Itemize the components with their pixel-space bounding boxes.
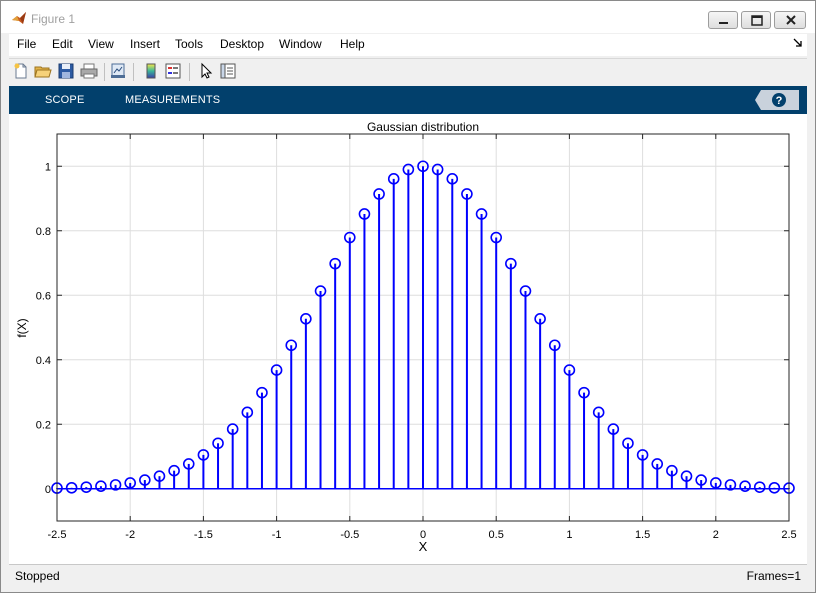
toolbar-separator: [133, 63, 134, 81]
menu-window[interactable]: Window: [279, 37, 322, 51]
x-tick-label: -0.5: [340, 529, 359, 541]
print-icon[interactable]: [80, 62, 98, 80]
menu-bar: File Edit View Insert Tools Desktop Wind…: [9, 34, 807, 56]
y-tick-labels: 0 0.2 0.4 0.6 0.8 1: [36, 161, 51, 496]
close-button[interactable]: [774, 11, 806, 29]
toolbar-separator: [189, 63, 190, 81]
x-tick-label: -2.5: [48, 529, 67, 541]
maximize-icon: [751, 15, 763, 26]
maximize-button[interactable]: [741, 11, 771, 29]
menu-insert[interactable]: Insert: [130, 37, 160, 51]
plot-panel: -2.5 -2 -1.5 -1 -0.5 0 0.5 1 1.5 2 2.5 0 0.2 0.4 0.6 0…: [9, 114, 807, 564]
chart-title: Gaussian distribution: [367, 120, 479, 134]
open-file-icon[interactable]: [34, 62, 52, 80]
toolbar: [9, 58, 807, 84]
tab-scope[interactable]: SCOPE: [45, 94, 85, 106]
y-tick-label: 0.2: [36, 419, 51, 431]
dock-arrow-icon[interactable]: [793, 38, 803, 48]
menu-view[interactable]: View: [88, 37, 114, 51]
y-tick-label: 0.8: [36, 226, 51, 238]
help-icon[interactable]: ?: [755, 90, 799, 110]
colorbar-icon[interactable]: [142, 62, 160, 80]
x-tick-label: 1.5: [635, 529, 650, 541]
scope-ribbon: SCOPE MEASUREMENTS ?: [9, 86, 807, 114]
minimize-button[interactable]: [708, 11, 738, 29]
title-bar[interactable]: Figure 1: [1, 1, 815, 33]
svg-text:?: ?: [776, 95, 783, 107]
y-tick-label: 0.6: [36, 290, 51, 302]
x-tick-label: -1: [272, 529, 282, 541]
tab-measurements[interactable]: MEASUREMENTS: [125, 94, 220, 106]
save-icon[interactable]: [57, 62, 75, 80]
x-tick-label: 0.5: [489, 529, 504, 541]
gaussian-stem-plot[interactable]: -2.5 -2 -1.5 -1 -0.5 0 0.5 1 1.5 2 2.5 0 0.2 0.4 0.6 0…: [9, 114, 807, 564]
y-tick-label: 0: [45, 484, 51, 496]
menu-edit[interactable]: Edit: [52, 37, 73, 51]
x-tick-label: 1: [566, 529, 572, 541]
x-axis-label: X: [419, 539, 428, 554]
minimize-icon: [719, 22, 728, 24]
menu-file[interactable]: File: [17, 37, 36, 51]
matlab-logo-icon: [12, 12, 26, 24]
legend-icon[interactable]: [164, 62, 182, 80]
pointer-icon[interactable]: [197, 62, 215, 80]
status-bar: Stopped Frames=1: [9, 564, 807, 586]
x-tick-label: 2.5: [781, 529, 796, 541]
window-title: Figure 1: [31, 12, 76, 26]
y-tick-label: 0.4: [36, 355, 51, 367]
property-inspector-icon[interactable]: [219, 62, 237, 80]
status-text: Stopped: [15, 569, 60, 583]
link-plot-icon[interactable]: [109, 62, 127, 80]
toolbar-separator: [104, 63, 105, 81]
menu-tools[interactable]: Tools: [175, 37, 203, 51]
x-tick-label: 2: [713, 529, 719, 541]
figure-window: Figure 1 File Edit View Insert Tools Des…: [0, 0, 816, 593]
x-tick-label: -2: [125, 529, 135, 541]
y-tick-label: 1: [45, 161, 51, 173]
close-icon: [786, 15, 796, 25]
menu-help[interactable]: Help: [340, 37, 365, 51]
y-axis-label: f(X): [15, 318, 29, 337]
new-figure-icon[interactable]: [12, 62, 30, 80]
menu-desktop[interactable]: Desktop: [220, 37, 264, 51]
x-tick-label: -1.5: [194, 529, 213, 541]
frame-count: Frames=1: [746, 569, 801, 583]
